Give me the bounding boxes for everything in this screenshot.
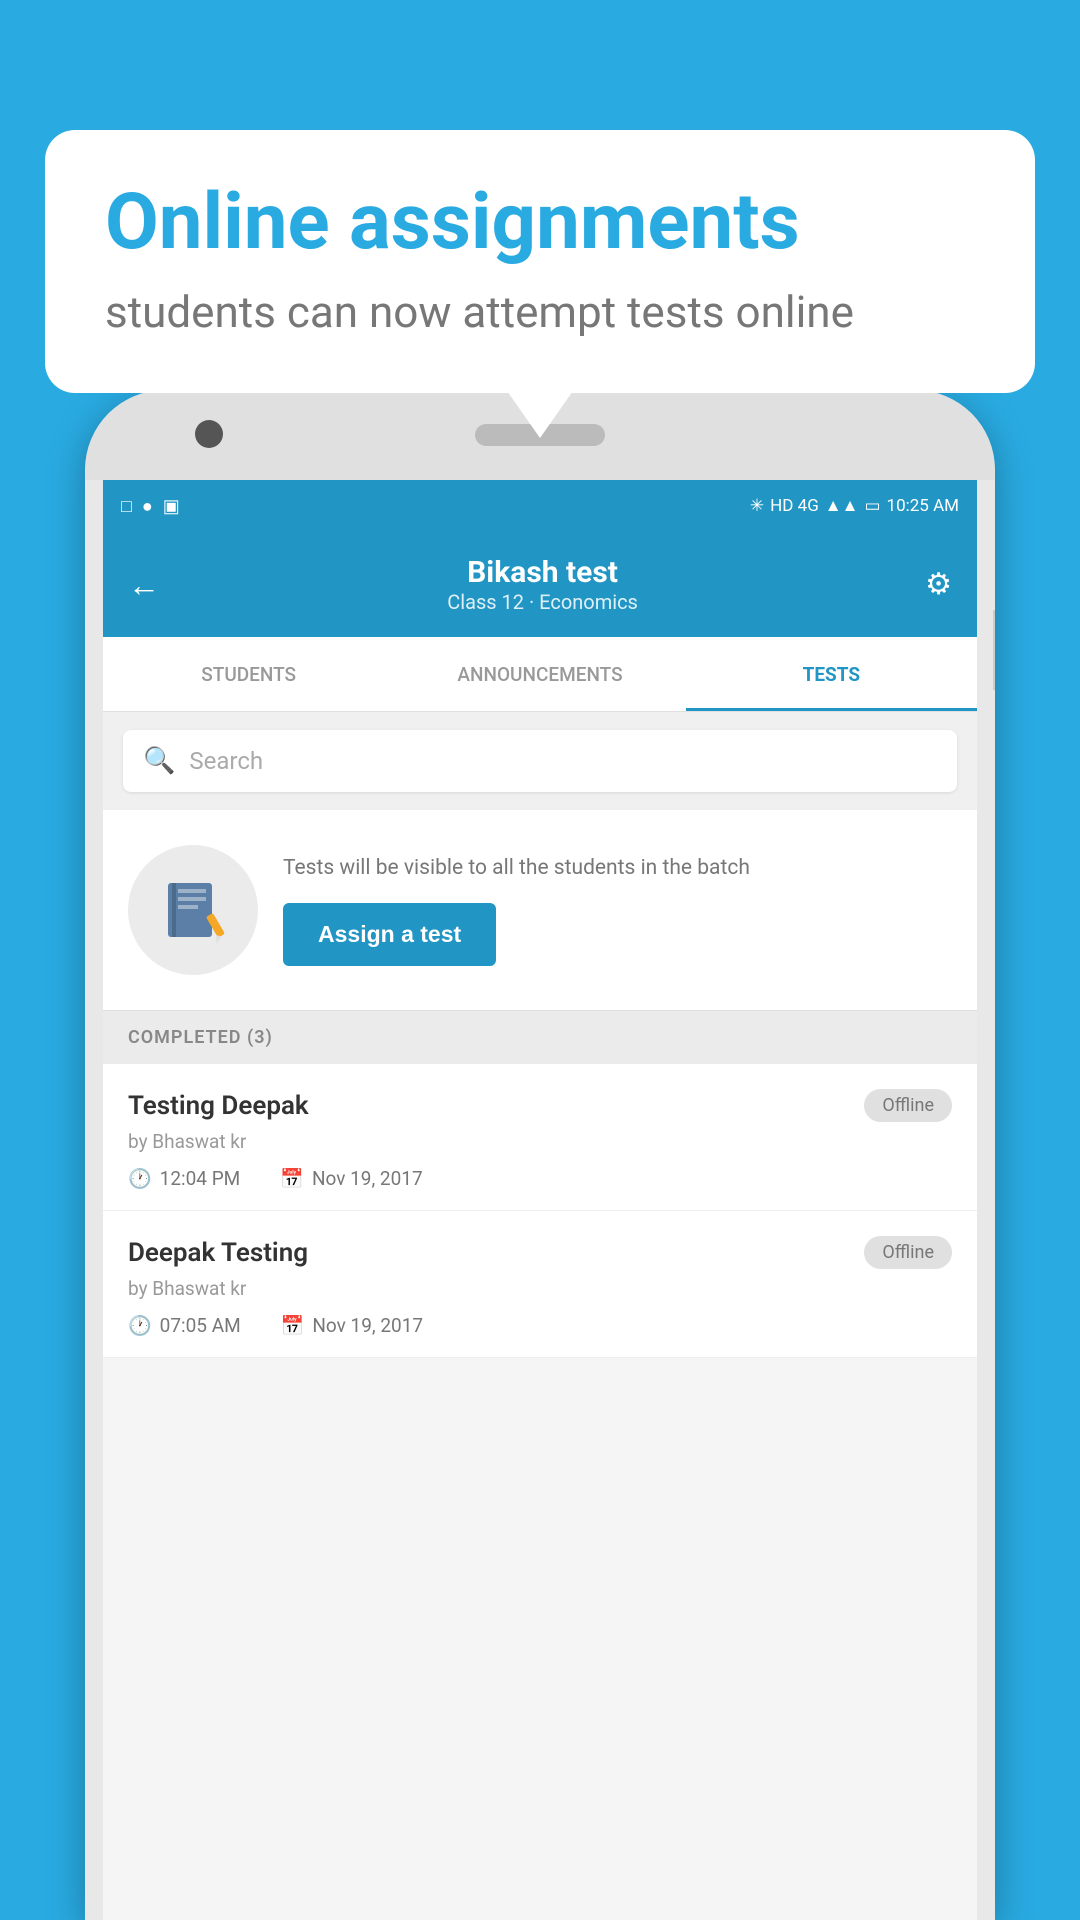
search-input[interactable]: Search	[189, 747, 263, 775]
bluetooth-icon: ✳	[750, 496, 764, 516]
test-author-2: by Bhaswat kr	[128, 1277, 952, 1300]
bubble-title: Online assignments	[105, 180, 975, 266]
completed-header: COMPLETED (3)	[103, 1011, 977, 1064]
phone-camera	[195, 420, 223, 448]
tab-tests[interactable]: TESTS	[686, 637, 977, 711]
tab-bar: STUDENTS ANNOUNCEMENTS TESTS	[103, 637, 977, 712]
calendar-icon-2: 📅	[281, 1314, 305, 1337]
assign-description: Tests will be visible to all the student…	[283, 854, 952, 883]
test-time-1: 🕐 12:04 PM	[128, 1167, 240, 1190]
test-name-2: Deepak Testing	[128, 1238, 308, 1268]
search-container: 🔍 Search	[103, 712, 977, 810]
search-icon: 🔍	[143, 746, 175, 776]
battery-icon: ▭	[864, 496, 880, 516]
app-title: Bikash test	[447, 555, 638, 590]
offline-badge-1: Offline	[864, 1089, 952, 1122]
clock-icon-1: 🕐	[128, 1167, 152, 1190]
status-left-icons: □ ● ▣	[121, 496, 180, 517]
test-item-header-2: Deepak Testing Offline	[128, 1236, 952, 1269]
side-button	[993, 610, 995, 690]
offline-badge-2: Offline	[864, 1236, 952, 1269]
app-bar: ← Bikash test Class 12 · Economics ⚙	[103, 532, 977, 637]
tab-students[interactable]: STUDENTS	[103, 637, 394, 711]
test-name-1: Testing Deepak	[128, 1091, 309, 1121]
clock-icon-2: 🕐	[128, 1314, 152, 1337]
test-item: Testing Deepak Offline by Bhaswat kr 🕐 1…	[103, 1064, 977, 1211]
status-bar: □ ● ▣ ✳ HD 4G ▲▲ ▭ 10:25 AM	[103, 480, 977, 532]
app-subtitle: Class 12 · Economics	[447, 590, 638, 614]
speech-bubble: Online assignments students can now atte…	[45, 130, 1035, 393]
phone-screen: □ ● ▣ ✳ HD 4G ▲▲ ▭ 10:25 AM ← Bikash tes…	[103, 480, 977, 1920]
back-button[interactable]: ←	[128, 566, 160, 604]
assign-test-button[interactable]: Assign a test	[283, 903, 496, 966]
bubble-subtitle: students can now attempt tests online	[105, 286, 975, 338]
image-icon: ▣	[163, 496, 180, 517]
test-date-1: 📅 Nov 19, 2017	[280, 1167, 422, 1190]
signal-area: ✳ HD 4G ▲▲ ▭ 10:25 AM	[750, 496, 959, 516]
settings-icon[interactable]: ⚙	[925, 567, 952, 602]
app-bar-center: Bikash test Class 12 · Economics	[447, 555, 638, 614]
phone-frame: □ ● ▣ ✳ HD 4G ▲▲ ▭ 10:25 AM ← Bikash tes…	[85, 390, 995, 1920]
notebook-icon-circle	[128, 845, 258, 975]
test-item-2: Deepak Testing Offline by Bhaswat kr 🕐 0…	[103, 1211, 977, 1358]
network-label: HD 4G	[770, 496, 819, 516]
search-bar[interactable]: 🔍 Search	[123, 730, 957, 792]
notebook-svg	[158, 875, 228, 945]
wifi-icon: □	[121, 496, 132, 517]
tab-announcements[interactable]: ANNOUNCEMENTS	[394, 637, 685, 711]
test-meta-1: 🕐 12:04 PM 📅 Nov 19, 2017	[128, 1167, 952, 1190]
signal-bars: ▲▲	[825, 496, 859, 516]
assign-right: Tests will be visible to all the student…	[283, 854, 952, 966]
test-author-1: by Bhaswat kr	[128, 1130, 952, 1153]
test-time-2: 🕐 07:05 AM	[128, 1314, 241, 1337]
test-item-header-1: Testing Deepak Offline	[128, 1089, 952, 1122]
calendar-icon-1: 📅	[280, 1167, 304, 1190]
whatsapp-icon: ●	[142, 496, 153, 517]
assign-section: Tests will be visible to all the student…	[103, 810, 977, 1011]
time-display: 10:25 AM	[887, 496, 959, 516]
test-date-2: 📅 Nov 19, 2017	[281, 1314, 423, 1337]
test-meta-2: 🕐 07:05 AM 📅 Nov 19, 2017	[128, 1314, 952, 1337]
